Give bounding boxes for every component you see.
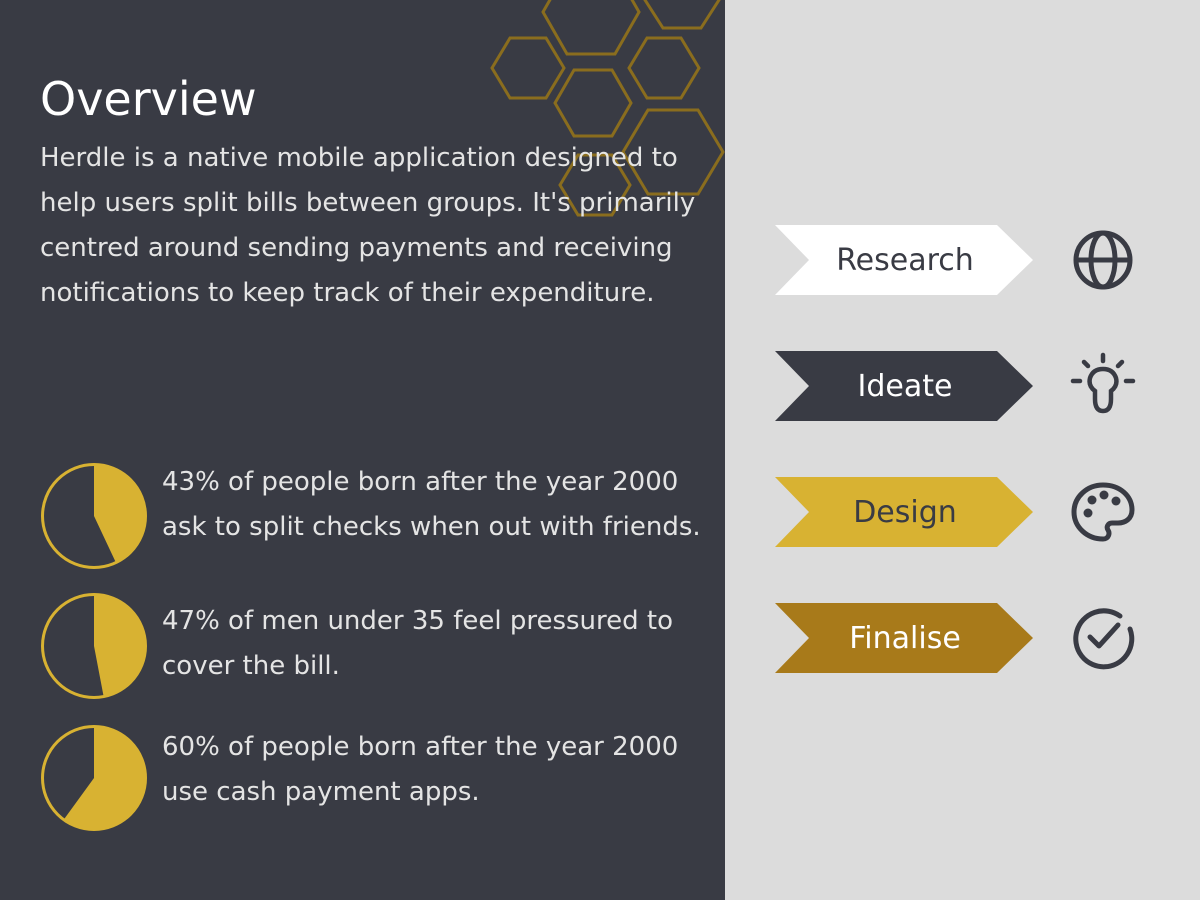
stage-label: Ideate: [857, 368, 953, 404]
stage-research: Research: [775, 225, 1035, 295]
lightbulb-icon: [1070, 352, 1136, 414]
stage-label: Research: [836, 242, 974, 278]
overview-description: Herdle is a native mobile application de…: [40, 143, 696, 308]
stat-text: 47% of men under 35 feel pressured to co…: [162, 606, 674, 681]
check-circle-icon: [1073, 608, 1135, 670]
globe-icon: [1073, 230, 1133, 290]
page-title: Overview: [40, 72, 257, 126]
pie-slice: [94, 594, 146, 697]
stage-label: Finalise: [849, 620, 961, 656]
pie-chart-icon: [41, 593, 147, 699]
stage-ideate: Ideate: [775, 351, 1035, 421]
stage-finalise: Finalise: [775, 603, 1035, 673]
stage-label: Design: [853, 494, 957, 530]
pie-chart-icon: [41, 463, 147, 569]
stat-text: 60% of people born after the year 2000 u…: [162, 732, 679, 807]
stage-design: Design: [775, 477, 1035, 547]
pie-slice: [94, 464, 146, 563]
stat-text: 43% of people born after the year 2000 a…: [162, 467, 701, 542]
palette-icon: [1071, 482, 1135, 542]
process-panel: [725, 0, 1200, 900]
pie-slice: [63, 726, 146, 830]
pie-chart-icon: [41, 725, 147, 831]
overview-panel: Overview Herdle is a native mobile appli…: [0, 0, 725, 900]
